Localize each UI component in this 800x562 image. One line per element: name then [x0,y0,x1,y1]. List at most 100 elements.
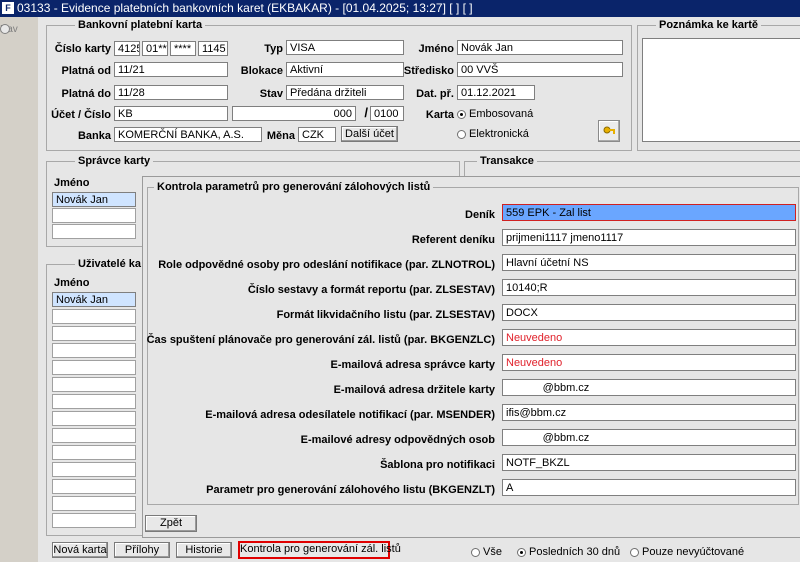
window-titlebar: F 03133 - Evidence platebních bankovních … [0,0,800,17]
uzivatele-empty-row[interactable] [52,377,136,392]
filter-30-radio[interactable]: Posledních 30 dnů [517,546,620,558]
format-field[interactable]: DOCX [502,304,796,321]
kontrola-dialog: Kontrola parametrů pro generování záloho… [142,176,800,538]
referent-field[interactable]: prijmeni1117 jmeno1117 [502,229,796,246]
filter-vse-radio[interactable]: Vše [471,546,502,558]
uzivatele-empty-row[interactable] [52,513,136,528]
spravce-empty-row[interactable] [52,208,136,223]
cislo-karty-label: Číslo karty [54,43,111,55]
dalsi-ucet-button[interactable]: Další účet [341,126,398,142]
spravce-empty-row[interactable] [52,224,136,239]
uzivatele-empty-row[interactable] [52,343,136,358]
stredisko-field[interactable]: 00 VVŠ [457,62,623,77]
nav-radio-icon [0,24,10,34]
role-label: Role odpovědné osoby pro odeslání notifi… [158,259,495,271]
cislo-sestavy-label: Číslo sestavy a formát reportu (par. ZLS… [247,284,495,296]
window-title: 03133 - Evidence platebních bankovních k… [17,1,473,15]
key-glyph-icon [603,126,615,134]
uzivatele-empty-row[interactable] [52,428,136,443]
dialog-title: Kontrola parametrů pro generování záloho… [154,181,434,193]
kod-banky-field[interactable]: 0100 [370,106,404,121]
cislo-sestavy-field[interactable]: 10140;R [502,279,796,296]
uzivatele-empty-row[interactable] [52,411,136,426]
email-drzitele-field[interactable]: @bbm.cz [502,379,796,396]
card-number-part-2[interactable]: 01** [142,41,168,56]
uzivatele-empty-row[interactable] [52,479,136,494]
uzivatele-empty-row[interactable] [52,360,136,375]
denik-field[interactable]: 559 EPK - Zal list [502,204,796,221]
sablona-field[interactable]: NOTF_BKZL [502,454,796,471]
navigation-strip: Nav [0,17,39,562]
filter-neuctovane-label: Pouze nevyúčtované [642,546,745,558]
nav-item[interactable]: Nav [0,24,18,35]
spravce-title: Správce karty [75,155,154,167]
karta-elektronicka-label: Elektronická [469,128,529,140]
jmeno-label: Jméno [418,43,454,55]
banka-field[interactable]: KOMERČNÍ BANKA, A.S. [114,127,262,142]
stav-field[interactable]: Předána držiteli [286,85,404,100]
prilohy-button[interactable]: Přílohy [114,542,170,558]
card-number-part-3[interactable]: **** [170,41,196,56]
nova-karta-button[interactable]: Nová karta [52,542,108,558]
filter-30-label: Posledních 30 dnů [529,546,621,558]
email-drzitele-label: E-mailová adresa držitele karty [333,384,495,396]
app-icon: F [2,2,14,14]
ucet-field[interactable]: KB [114,106,228,121]
platna-od-label: Platná od [61,65,111,77]
filter-vse-label: Vše [483,546,502,558]
card-group-title: Bankovní platební karta [75,19,206,31]
spravce-row[interactable]: Novák Jan [52,192,136,207]
email-odpovednych-field[interactable]: @bbm.cz [502,429,796,446]
spravce-col-jmeno: Jméno [54,177,90,189]
uzivatele-title: Uživatelé ka [75,258,144,270]
ucet-cislo-field[interactable]: 000 [232,106,356,121]
cas-spusteni-label: Čas spuštení plánovače pro generování zá… [146,334,495,346]
dat-pr-field[interactable]: 01.12.2021 [457,85,535,100]
platna-do-label: Platná do [61,88,111,100]
stav-label: Stav [259,88,283,100]
card-number-part-1[interactable]: 4125 [114,41,140,56]
typ-label: Typ [264,43,283,55]
zpet-button[interactable]: Zpět [145,515,197,532]
kontrola-generovani-button[interactable]: Kontrola pro generování zál. listů [238,541,401,559]
stredisko-label: Středisko [403,65,454,77]
email-odesilatele-field[interactable]: ifis@bbm.cz [502,404,796,421]
jmeno-field[interactable]: Novák Jan [457,40,623,55]
cas-spusteni-field[interactable]: Neuvedeno [502,329,796,346]
historie-button[interactable]: Historie [176,542,232,558]
parametr-field[interactable]: A [502,479,796,496]
card-number-part-4[interactable]: 1145 [198,41,228,56]
key-icon[interactable] [598,120,620,142]
dat-pr-label: Dat. př. [416,88,454,100]
email-spravce-field[interactable]: Neuvedeno [502,354,796,371]
uzivatele-empty-row[interactable] [52,326,136,341]
role-field[interactable]: Hlavní účetní NS [502,254,796,271]
poznamka-title: Poznámka ke kartě [656,19,762,31]
uzivatele-empty-row[interactable] [52,462,136,477]
blokace-field[interactable]: Aktivní [286,62,404,77]
uzivatele-empty-row[interactable] [52,309,136,324]
uzivatele-row[interactable]: Novák Jan [52,292,136,307]
platna-od-field[interactable]: 11/21 [114,62,228,77]
radio-icon [457,129,466,139]
typ-field[interactable]: VISA [286,40,404,55]
transakce-title: Transakce [477,155,537,167]
uzivatele-empty-row[interactable] [52,496,136,511]
karta-embosovana-radio[interactable]: Embosovaná [457,108,533,120]
karta-elektronicka-radio[interactable]: Elektronická [457,128,529,140]
uzivatele-empty-row[interactable] [52,394,136,409]
denik-label: Deník [465,209,495,221]
uzivatele-empty-row[interactable] [52,445,136,460]
format-label: Formát likvidačního listu (par. ZLSESTAV… [276,309,495,321]
poznamka-textarea[interactable] [642,38,800,142]
radio-icon [471,547,480,557]
platna-do-field[interactable]: 11/28 [114,85,228,100]
mena-label: Měna [266,130,295,142]
uzivatele-col-jmeno: Jméno [54,277,90,289]
referent-label: Referent deníku [411,234,495,246]
filter-neuctovane-radio[interactable]: Pouze nevyúčtované [630,546,744,558]
email-odpovednych-label: E-mailové adresy odpovědných osob [300,434,495,446]
email-spravce-label: E-mailová adresa správce karty [330,359,496,371]
ucet-label: Účet / Číslo [51,109,111,121]
mena-field[interactable]: CZK [298,127,336,142]
